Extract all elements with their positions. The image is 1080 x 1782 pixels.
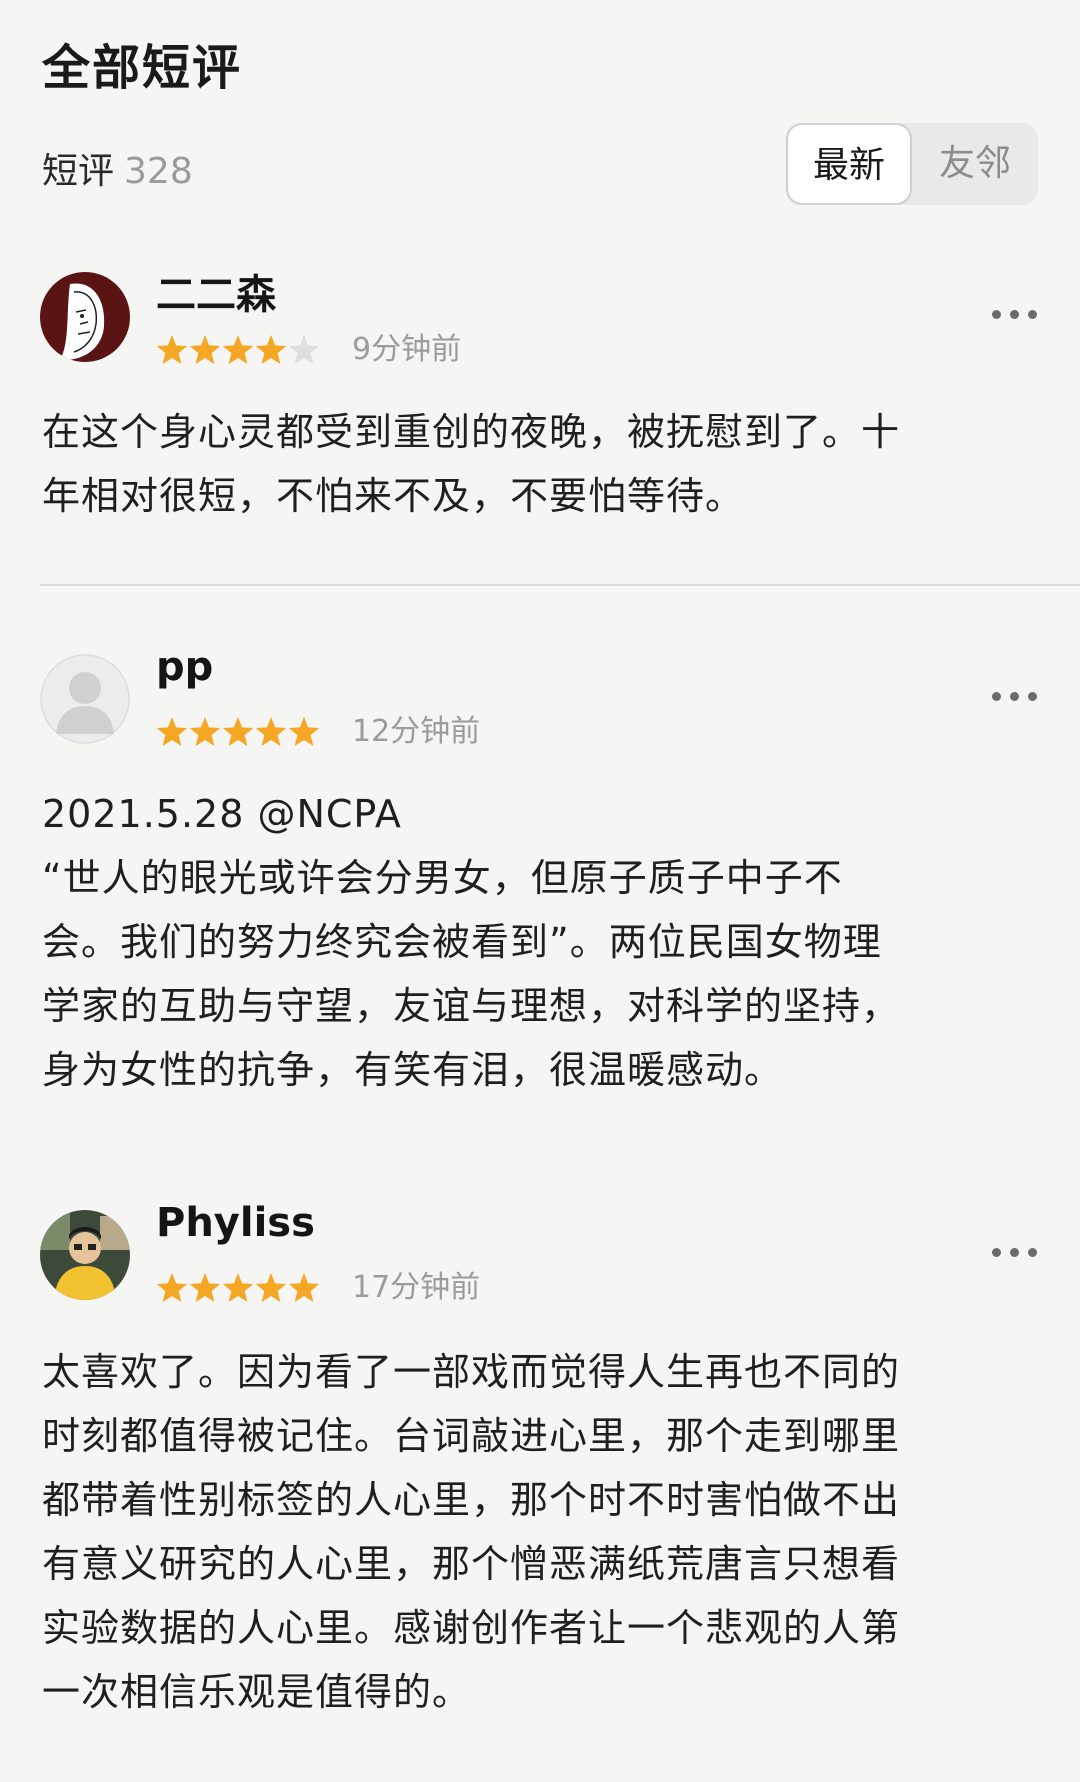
star-filled-icon <box>156 717 188 746</box>
page-title: 全部短评 <box>42 40 243 96</box>
star-filled-icon <box>288 717 320 746</box>
avatar[interactable] <box>40 1210 130 1300</box>
review-time: 12分钟前 <box>352 714 481 749</box>
sort-toggle: 最新 友邻 <box>786 123 1038 205</box>
star-filled-icon <box>222 717 254 746</box>
rating-stars <box>156 332 321 368</box>
review-time: 17分钟前 <box>352 1270 481 1305</box>
more-options-icon[interactable] <box>992 1244 1040 1260</box>
review-username[interactable]: 二二森 <box>156 262 276 320</box>
star-filled-icon <box>222 1273 254 1302</box>
divider <box>40 584 1080 586</box>
review-count-value: 328 <box>124 151 193 192</box>
review-text: 在这个身心灵都受到重创的夜晚，被抚慰到了。十 年相对很短，不怕来不及，不要怕等待… <box>42 410 901 518</box>
star-filled-icon <box>288 1273 320 1302</box>
avatar[interactable] <box>40 272 130 362</box>
rating-stars <box>156 714 321 750</box>
star-filled-icon <box>156 335 188 364</box>
star-filled-icon <box>255 1273 287 1302</box>
review-text: 太喜欢了。因为看了一部戏而觉得人生再也不同的 时刻都值得被记住。台词敲进心里，那… <box>42 1350 901 1714</box>
review-username[interactable]: pp <box>156 644 213 690</box>
review-text: 2021.5.28 @NCPA “世人的眼光或许会分男女，但原子质子中子不 会。… <box>42 792 901 1092</box>
star-filled-icon <box>189 335 221 364</box>
review-count: 短评 328 <box>42 142 193 194</box>
more-options-icon[interactable] <box>992 688 1040 704</box>
star-filled-icon <box>222 335 254 364</box>
star-filled-icon <box>255 335 287 364</box>
star-filled-icon <box>189 1273 221 1302</box>
review-time: 9分钟前 <box>352 332 462 367</box>
more-options-icon[interactable] <box>992 306 1040 322</box>
star-filled-icon <box>156 1273 188 1302</box>
sort-latest-button[interactable]: 最新 <box>786 123 912 205</box>
star-empty-icon <box>288 335 320 364</box>
avatar[interactable] <box>40 654 130 744</box>
review-username[interactable]: Phyliss <box>156 1200 315 1246</box>
review-count-label: 短评 <box>42 151 115 192</box>
rating-stars <box>156 1270 321 1306</box>
star-filled-icon <box>255 717 287 746</box>
sort-friends-button[interactable]: 友邻 <box>912 123 1038 205</box>
star-filled-icon <box>189 717 221 746</box>
